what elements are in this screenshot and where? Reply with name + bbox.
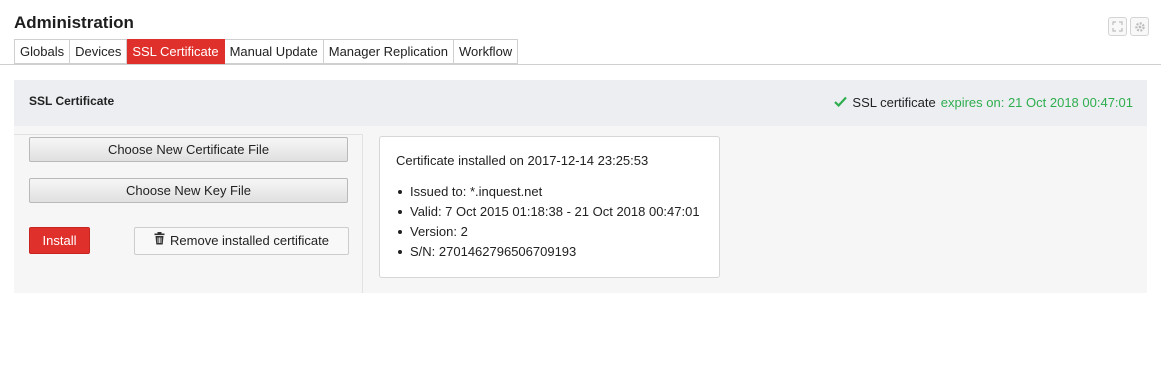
install-button[interactable]: Install [29,227,90,254]
remove-certificate-button[interactable]: Remove installed certificate [134,227,349,255]
page-title: Administration [14,13,134,32]
certificate-details: Issued to: *.inquest.net Valid: 7 Oct 20… [396,183,700,263]
certificate-info: Certificate installed on 2017-12-14 23:2… [379,136,720,278]
tab-workflow[interactable]: Workflow [453,39,519,64]
check-icon [834,95,848,110]
certificate-actions: Choose New Certificate File Choose New K… [14,134,363,293]
admin-tabs: Globals Devices SSL Certificate Manual U… [14,39,519,64]
top-toolbar [1108,17,1149,36]
expand-icon[interactable] [1108,17,1127,36]
gear-icon[interactable] [1130,17,1149,36]
tab-globals[interactable]: Globals [14,39,71,64]
ssl-status-label: SSL certificate [852,95,936,110]
list-item: Version: 2 [396,223,700,243]
panel-header: SSL Certificate SSL certificate expires … [14,80,1147,126]
ssl-status: SSL certificate expires on: 21 Oct 2018 … [834,95,1133,110]
tab-devices[interactable]: Devices [70,39,128,64]
list-item: Issued to: *.inquest.net [396,183,700,203]
choose-key-button[interactable]: Choose New Key File [29,178,348,203]
tab-manual-update[interactable]: Manual Update [224,39,324,64]
tab-manager-replication[interactable]: Manager Replication [323,39,454,64]
tab-ssl-certificate[interactable]: SSL Certificate [127,39,225,64]
trash-icon [154,228,165,254]
certificate-installed-date: Certificate installed on 2017-12-14 23:2… [396,153,649,168]
tab-divider [0,64,1161,65]
list-item: Valid: 7 Oct 2015 01:18:38 - 21 Oct 2018… [396,203,700,223]
list-item: S/N: 2701462796506709193 [396,243,700,263]
ssl-expiry: expires on: 21 Oct 2018 00:47:01 [940,95,1133,110]
remove-certificate-label: Remove installed certificate [170,233,329,248]
choose-certificate-button[interactable]: Choose New Certificate File [29,137,348,162]
panel-body: Choose New Certificate File Choose New K… [14,126,1147,293]
panel-title: SSL Certificate [29,94,115,108]
